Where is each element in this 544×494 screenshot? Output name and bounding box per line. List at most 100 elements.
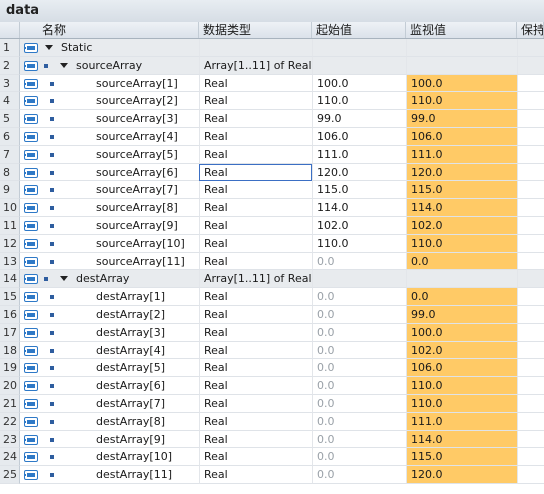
data-type-cell[interactable]: Real [199,359,312,378]
name-cell[interactable]: sourceArray[6] [42,164,199,182]
start-value-cell[interactable]: 0.0 [312,252,406,271]
start-value-cell[interactable]: 0.0 [312,377,406,395]
start-value-cell[interactable]: 0.0 [312,466,406,484]
start-value-cell[interactable]: 0.0 [312,306,406,324]
table-row[interactable]: 24 destArray[10] Real 0.0 115.0 [0,448,544,467]
retain-cell[interactable] [517,306,544,324]
name-cell[interactable]: destArray[7] [42,395,199,413]
retain-cell[interactable] [517,377,544,395]
data-type-cell[interactable]: Real [199,466,312,484]
start-value-cell[interactable] [312,56,406,75]
start-value-cell[interactable]: 0.0 [312,359,406,378]
retain-cell[interactable] [517,74,544,93]
table-row[interactable]: 11 sourceArray[9] Real 102.0 102.0 [0,217,544,235]
data-type-cell[interactable]: Real [199,448,312,467]
data-type-cell[interactable]: Real [199,217,312,235]
retain-cell[interactable] [517,288,544,306]
retain-cell[interactable] [517,145,544,164]
retain-cell[interactable] [517,252,544,271]
header-name[interactable]: 名称 [20,22,199,38]
data-type-cell[interactable]: Real [199,128,312,146]
table-row[interactable]: 4 sourceArray[2] Real 110.0 110.0 [0,92,544,111]
retain-cell[interactable] [517,234,544,253]
table-row[interactable]: 23 destArray[9] Real 0.0 114.0 [0,430,544,449]
start-value-cell[interactable]: 0.0 [312,288,406,306]
table-row[interactable]: 15 destArray[1] Real 0.0 0.0 [0,288,544,306]
table-row[interactable]: 10 sourceArray[8] Real 114.0 114.0 [0,199,544,217]
start-value-cell[interactable]: 110.0 [312,234,406,253]
name-cell[interactable]: destArray[4] [42,342,199,360]
data-type-cell[interactable]: Real [199,92,312,111]
data-type-cell[interactable]: Array[1..11] of Real [199,270,312,289]
start-value-cell[interactable]: 106.0 [312,128,406,146]
header-type[interactable]: 数据类型 [199,22,312,38]
retain-cell[interactable] [517,412,544,431]
retain-cell[interactable] [517,39,544,57]
retain-cell[interactable] [517,341,544,360]
name-cell[interactable]: destArray[8] [42,413,199,431]
name-cell[interactable]: sourceArray[8] [42,199,199,217]
start-value-cell[interactable]: 115.0 [312,181,406,200]
retain-cell[interactable] [517,92,544,111]
data-type-cell[interactable]: Real [199,145,312,164]
retain-cell[interactable] [517,448,544,467]
retain-cell[interactable] [517,217,544,235]
table-row[interactable]: 8 sourceArray[6] Real 120.0 120.0 [0,163,544,182]
retain-cell[interactable] [517,395,544,413]
table-row[interactable]: 6 sourceArray[4] Real 106.0 106.0 [0,128,544,146]
name-cell[interactable]: sourceArray[2] [42,92,199,111]
name-cell[interactable]: sourceArray[9] [42,217,199,235]
name-cell[interactable]: sourceArray[10] [42,235,199,253]
table-row[interactable]: 13 sourceArray[11] Real 0.0 0.0 [0,252,544,271]
data-type-cell[interactable]: Real [199,395,312,413]
retain-cell[interactable] [517,466,544,484]
data-type-cell[interactable]: Real [199,412,312,431]
name-cell[interactable]: destArray[6] [42,377,199,395]
data-type-cell[interactable]: Real [199,74,312,93]
name-cell[interactable]: destArray[1] [42,288,199,306]
data-type-cell[interactable]: Real [199,252,312,271]
name-cell[interactable]: destArray[11] [42,466,199,484]
table-row[interactable]: 21 destArray[7] Real 0.0 110.0 [0,395,544,413]
start-value-cell[interactable]: 0.0 [312,341,406,360]
start-value-cell[interactable]: 0.0 [312,412,406,431]
data-type-cell[interactable]: Real [199,288,312,306]
table-row[interactable]: 18 destArray[4] Real 0.0 102.0 [0,341,544,360]
retain-cell[interactable] [517,128,544,146]
start-value-cell[interactable] [312,270,406,289]
name-cell[interactable]: sourceArray[4] [42,128,199,146]
start-value-cell[interactable]: 102.0 [312,217,406,235]
data-type-cell[interactable]: Real [199,430,312,449]
header-retain[interactable]: 保持 [517,22,544,38]
start-value-cell[interactable]: 100.0 [312,74,406,93]
table-row[interactable]: 22 destArray[8] Real 0.0 111.0 [0,412,544,431]
header-start-value[interactable]: 起始值 [312,22,406,38]
data-type-cell[interactable]: Real [199,199,312,217]
table-row[interactable]: 5 sourceArray[3] Real 99.0 99.0 [0,110,544,128]
table-row[interactable]: 14 destArray Array[1..11] of Real [0,270,544,289]
table-row[interactable]: 9 sourceArray[7] Real 115.0 115.0 [0,181,544,200]
data-type-cell[interactable]: Real [199,163,312,182]
retain-cell[interactable] [517,323,544,342]
data-type-cell[interactable]: Real [199,323,312,342]
data-type-cell[interactable]: Real [199,110,312,128]
retain-cell[interactable] [517,270,544,289]
retain-cell[interactable] [517,199,544,217]
retain-cell[interactable] [517,56,544,75]
start-value-cell[interactable]: 0.0 [312,448,406,467]
table-row[interactable]: 16 destArray[2] Real 0.0 99.0 [0,306,544,324]
name-cell[interactable]: destArray[10] [42,448,199,467]
start-value-cell[interactable] [312,39,406,57]
name-cell[interactable]: destArray[5] [42,359,199,378]
start-value-cell[interactable]: 114.0 [312,199,406,217]
name-cell[interactable]: sourceArray[3] [42,110,199,128]
start-value-cell[interactable]: 120.0 [312,163,406,182]
start-value-cell[interactable]: 0.0 [312,430,406,449]
data-type-cell[interactable] [199,39,312,57]
retain-cell[interactable] [517,359,544,378]
data-type-cell[interactable]: Real [199,377,312,395]
table-row[interactable]: 7 sourceArray[5] Real 111.0 111.0 [0,145,544,164]
name-cell[interactable]: sourceArray [42,56,199,75]
table-row[interactable]: 3 sourceArray[1] Real 100.0 100.0 [0,74,544,93]
start-value-cell[interactable]: 0.0 [312,323,406,342]
